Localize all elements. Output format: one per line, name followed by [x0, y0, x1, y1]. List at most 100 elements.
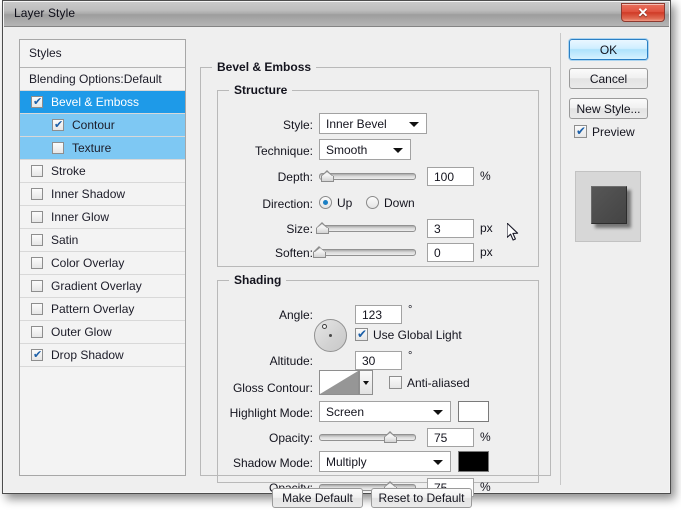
soften-label: Soften:	[274, 246, 313, 260]
direction-down-label: Down	[384, 196, 415, 210]
angle-label: Angle:	[278, 308, 313, 322]
direction-up-radio[interactable]	[319, 196, 332, 209]
slider-thumb[interactable]	[315, 222, 329, 234]
style-checkbox-color-overlay[interactable]	[31, 257, 43, 269]
style-checkbox-stroke[interactable]	[31, 165, 43, 177]
style-item-label: Outer Glow	[51, 325, 112, 339]
altitude-input[interactable]: 30	[355, 351, 402, 370]
technique-label: Technique:	[254, 144, 313, 158]
chevron-down-icon	[433, 410, 443, 415]
bevel-emboss-group: Bevel & Emboss Structure Style: Inner Be…	[200, 60, 551, 508]
technique-dropdown[interactable]: Smooth	[319, 139, 411, 160]
angle-dial-center	[329, 334, 332, 337]
panel-divider	[560, 33, 561, 485]
style-checkbox-satin[interactable]	[31, 234, 43, 246]
style-item-blending-options[interactable]: Blending Options:Default	[20, 68, 185, 91]
style-checkbox-pattern-overlay[interactable]	[31, 303, 43, 315]
slider-thumb[interactable]	[320, 170, 334, 182]
new-style-button[interactable]: New Style...	[569, 98, 648, 119]
soften-slider[interactable]	[313, 245, 416, 259]
depth-value: 100	[434, 170, 455, 184]
style-item-inner-glow[interactable]: Inner Glow	[20, 206, 185, 229]
reset-to-default-button[interactable]: Reset to Default	[371, 488, 472, 508]
contour-curve-icon	[320, 371, 358, 394]
highlight-opacity-unit: %	[480, 430, 491, 444]
depth-slider[interactable]	[319, 169, 416, 183]
title-bar[interactable]: Layer Style ✕	[4, 2, 669, 27]
style-checkbox-outer-glow[interactable]	[31, 326, 43, 338]
depth-input[interactable]: 100	[427, 167, 474, 186]
style-item-label: Gradient Overlay	[51, 279, 142, 293]
style-checkbox-contour[interactable]: ✔	[52, 118, 64, 131]
shadow-color-swatch[interactable]	[458, 451, 489, 472]
chevron-down-icon	[409, 122, 419, 127]
angle-input[interactable]: 123	[355, 305, 402, 324]
style-dropdown[interactable]: Inner Bevel	[319, 113, 427, 134]
gloss-contour-preview[interactable]	[319, 370, 359, 395]
style-item-bevel-emboss[interactable]: ✔ Bevel & Emboss	[20, 91, 185, 114]
highlight-mode-label: Highlight Mode:	[229, 406, 313, 420]
technique-dropdown-value: Smooth	[326, 143, 368, 157]
style-item-label: Inner Glow	[51, 210, 110, 224]
ok-button[interactable]: OK	[569, 39, 648, 60]
angle-dial[interactable]	[314, 319, 347, 352]
style-item-color-overlay[interactable]: Color Overlay	[20, 252, 185, 275]
preview-checkbox[interactable]: ✔	[574, 124, 587, 138]
shadow-mode-dropdown[interactable]: Multiply	[319, 451, 451, 472]
close-icon: ✕	[637, 5, 649, 20]
style-checkbox-texture[interactable]	[52, 142, 64, 154]
style-item-gradient-overlay[interactable]: Gradient Overlay	[20, 275, 185, 298]
angle-dial-handle[interactable]	[322, 323, 327, 329]
chevron-down-icon	[363, 381, 369, 385]
style-item-label: Contour	[72, 118, 115, 132]
size-label: Size:	[286, 222, 313, 236]
direction-down-radio[interactable]	[366, 196, 379, 209]
style-item-contour[interactable]: ✔ Contour	[20, 114, 185, 137]
style-item-inner-shadow[interactable]: Inner Shadow	[20, 183, 185, 206]
slider-thumb[interactable]	[313, 246, 326, 258]
highlight-opacity-label: Opacity:	[268, 431, 313, 445]
slider-thumb[interactable]	[383, 431, 397, 443]
style-label: Style:	[282, 118, 313, 132]
style-checkbox-inner-shadow[interactable]	[31, 188, 43, 200]
style-checkbox-inner-glow[interactable]	[31, 211, 43, 223]
highlight-color-swatch[interactable]	[458, 401, 489, 422]
shadow-opacity-unit: %	[480, 480, 491, 494]
anti-aliased-checkbox[interactable]	[389, 376, 402, 389]
depth-unit: %	[480, 169, 491, 183]
use-global-light-label: Use Global Light	[373, 328, 462, 342]
style-preview-thumbnail	[575, 171, 641, 242]
style-item-satin[interactable]: Satin	[20, 229, 185, 252]
styles-list-header: Styles	[20, 40, 185, 68]
check-icon: ✔	[357, 327, 368, 341]
highlight-opacity-slider[interactable]	[319, 430, 416, 444]
slider-track	[319, 249, 416, 256]
size-value: 3	[434, 222, 441, 236]
style-item-pattern-overlay[interactable]: Pattern Overlay	[20, 298, 185, 321]
style-checkbox-drop-shadow[interactable]: ✔	[31, 348, 43, 361]
style-checkbox-gradient-overlay[interactable]	[31, 280, 43, 292]
make-default-button[interactable]: Make Default	[272, 488, 363, 508]
style-item-label: Texture	[72, 141, 112, 155]
style-item-outer-glow[interactable]: Outer Glow	[20, 321, 185, 344]
structure-group: Structure Style: Inner Bevel Technique: …	[217, 83, 539, 267]
size-input[interactable]: 3	[427, 219, 474, 238]
gloss-contour-dropdown[interactable]	[359, 370, 373, 395]
soften-input[interactable]: 0	[427, 243, 474, 262]
highlight-opacity-input[interactable]: 75	[427, 428, 474, 447]
highlight-mode-dropdown[interactable]: Screen	[319, 401, 451, 422]
style-item-drop-shadow[interactable]: ✔ Drop Shadow	[20, 344, 185, 367]
screenshot-root: Layer Style ✕ Styles Blending Options:De…	[0, 0, 681, 523]
style-item-stroke[interactable]: Stroke	[20, 160, 185, 183]
dialog-body: Styles Blending Options:Default ✔ Bevel …	[4, 27, 669, 508]
size-slider[interactable]	[315, 221, 416, 235]
size-unit: px	[480, 221, 493, 235]
use-global-light-checkbox[interactable]: ✔	[355, 327, 368, 341]
new-style-label: New Style...	[576, 102, 641, 116]
style-checkbox-bevel-emboss[interactable]: ✔	[31, 95, 43, 108]
cancel-button[interactable]: Cancel	[569, 68, 648, 89]
style-item-texture[interactable]: Texture	[20, 137, 185, 160]
layer-style-dialog: Layer Style ✕ Styles Blending Options:De…	[2, 0, 671, 508]
shading-group: Shading Angle: 123 ° ✔ Use Global Light	[217, 273, 539, 497]
close-button[interactable]: ✕	[621, 3, 665, 22]
